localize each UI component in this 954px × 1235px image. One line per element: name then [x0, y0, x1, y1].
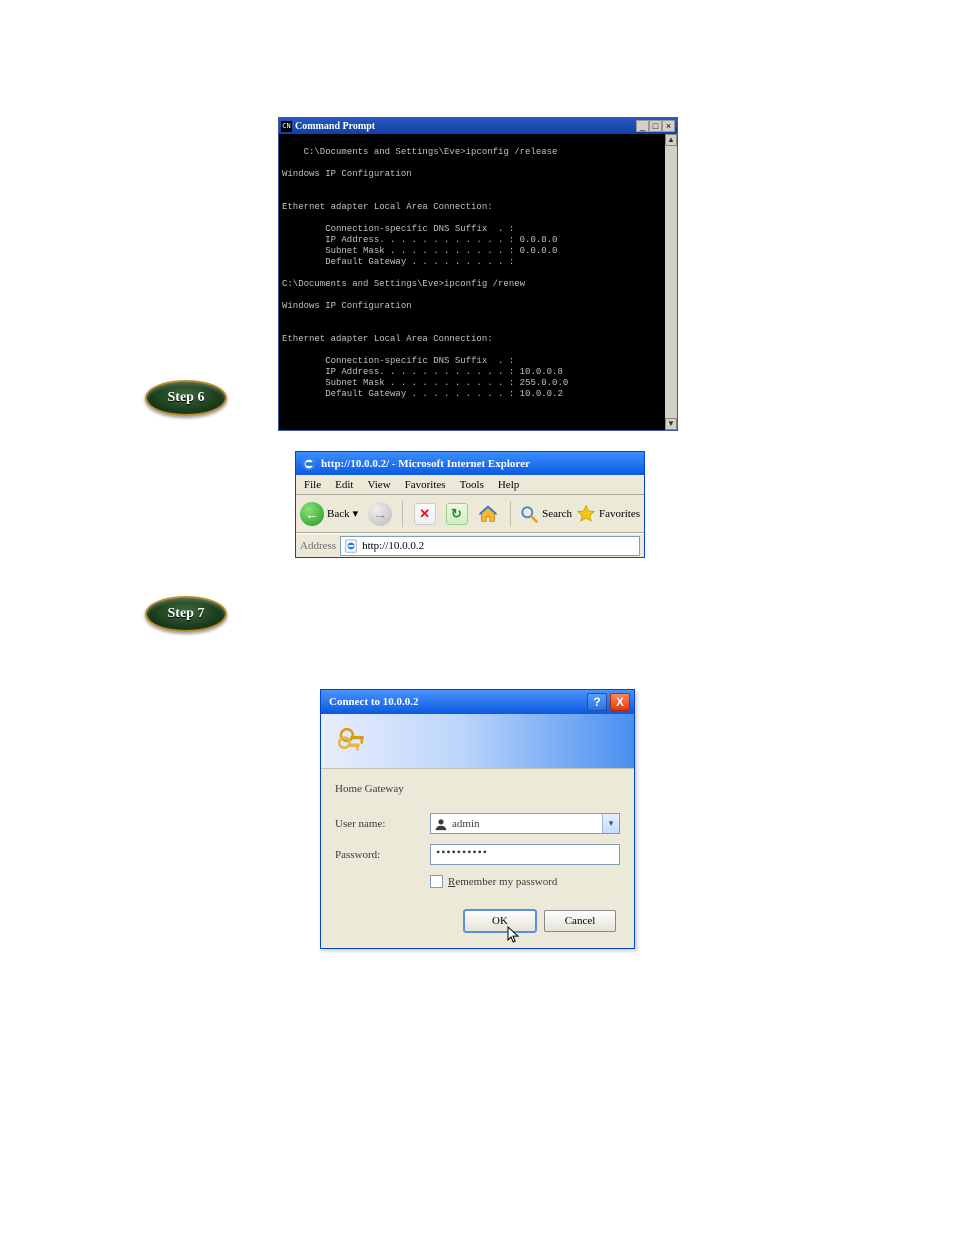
cmd-scrollbar[interactable]: ▲ ▼: [665, 134, 677, 430]
password-value: ••••••••••: [436, 845, 488, 859]
menu-help[interactable]: Help: [498, 479, 519, 491]
address-label: Address: [300, 540, 336, 552]
cancel-button[interactable]: Cancel: [544, 910, 616, 932]
ie-toolbar: ← Back ▾ → ✕ ↻ Search: [296, 495, 644, 533]
ie-address-bar: Address http://10.0.0.2: [296, 533, 644, 557]
help-button[interactable]: ?: [587, 693, 607, 711]
user-icon: [434, 817, 448, 831]
ie-window: http://10.0.0.2/ - Microsoft Internet Ex…: [295, 451, 645, 558]
menu-tools[interactable]: Tools: [460, 479, 484, 491]
maximize-button[interactable]: □: [649, 120, 662, 132]
favorites-button[interactable]: Favorites: [576, 504, 640, 524]
address-text: http://10.0.0.2: [362, 540, 424, 552]
search-label: Search: [542, 508, 572, 520]
step-7-badge: Step 7: [145, 596, 227, 632]
remember-label: Remember my password: [448, 876, 557, 888]
refresh-icon: ↻: [446, 503, 468, 525]
scroll-down-button[interactable]: ▼: [665, 418, 677, 430]
ie-title-text: http://10.0.0.2/ - Microsoft Internet Ex…: [321, 458, 530, 470]
step-6-badge: Step 6: [145, 380, 227, 416]
cmd-text: C:\Documents and Settings\Eve>ipconfig /…: [282, 147, 568, 399]
close-button[interactable]: ×: [662, 120, 675, 132]
cmd-output: C:\Documents and Settings\Eve>ipconfig /…: [279, 134, 677, 430]
auth-dialog: Connect to 10.0.0.2 ? X Home Gateway Use…: [320, 689, 635, 949]
auth-titlebar[interactable]: Connect to 10.0.0.2 ? X: [321, 690, 634, 714]
ie-menubar[interactable]: File Edit View Favorites Tools Help: [296, 475, 644, 495]
forward-button[interactable]: →: [366, 500, 394, 528]
cmd-icon: CN: [281, 121, 292, 132]
auth-realm: Home Gateway: [335, 783, 620, 795]
toolbar-separator: [510, 501, 511, 527]
minimize-button[interactable]: _: [636, 120, 649, 132]
scroll-up-button[interactable]: ▲: [665, 134, 677, 146]
cmd-title-text: Command Prompt: [295, 121, 375, 132]
back-dropdown-icon[interactable]: ▾: [353, 507, 359, 520]
home-icon: [477, 503, 499, 525]
back-button[interactable]: ← Back ▾: [300, 502, 362, 526]
forward-icon: →: [368, 502, 392, 526]
menu-view[interactable]: View: [367, 479, 390, 491]
username-dropdown-icon[interactable]: ▾: [602, 814, 619, 833]
toolbar-separator: [402, 501, 403, 527]
ie-logo-icon: [302, 457, 316, 471]
username-input[interactable]: admin ▾: [430, 813, 620, 834]
menu-edit[interactable]: Edit: [335, 479, 353, 491]
back-icon: ←: [300, 502, 324, 526]
close-button[interactable]: X: [610, 693, 630, 711]
keys-icon: [335, 724, 369, 758]
back-label: Back: [327, 508, 350, 520]
search-button[interactable]: Search: [519, 504, 572, 524]
favorites-label: Favorites: [599, 508, 640, 520]
auth-title-text: Connect to 10.0.0.2: [329, 696, 419, 708]
star-icon: [576, 504, 596, 524]
ok-button[interactable]: OK: [464, 910, 536, 932]
password-input[interactable]: ••••••••••: [430, 844, 620, 865]
username-value: admin: [452, 818, 480, 830]
stop-icon: ✕: [414, 503, 436, 525]
stop-button[interactable]: ✕: [411, 500, 439, 528]
menu-favorites[interactable]: Favorites: [405, 479, 446, 491]
ie-titlebar[interactable]: http://10.0.0.2/ - Microsoft Internet Ex…: [296, 452, 644, 475]
home-button[interactable]: [474, 500, 502, 528]
cmd-titlebar[interactable]: CN Command Prompt _ □ ×: [279, 118, 677, 134]
page-icon: [344, 539, 358, 553]
address-input[interactable]: http://10.0.0.2: [340, 536, 640, 556]
checkbox-box[interactable]: [430, 875, 443, 888]
refresh-button[interactable]: ↻: [443, 500, 471, 528]
search-icon: [519, 504, 539, 524]
auth-body: Home Gateway User name: admin ▾ Password…: [321, 769, 634, 948]
command-prompt-window: CN Command Prompt _ □ × C:\Documents and…: [278, 117, 678, 431]
password-label: Password:: [335, 849, 430, 861]
remember-password-checkbox[interactable]: Remember my password: [430, 875, 620, 888]
menu-file[interactable]: File: [304, 479, 321, 491]
auth-banner: [321, 714, 634, 769]
username-label: User name:: [335, 818, 430, 830]
